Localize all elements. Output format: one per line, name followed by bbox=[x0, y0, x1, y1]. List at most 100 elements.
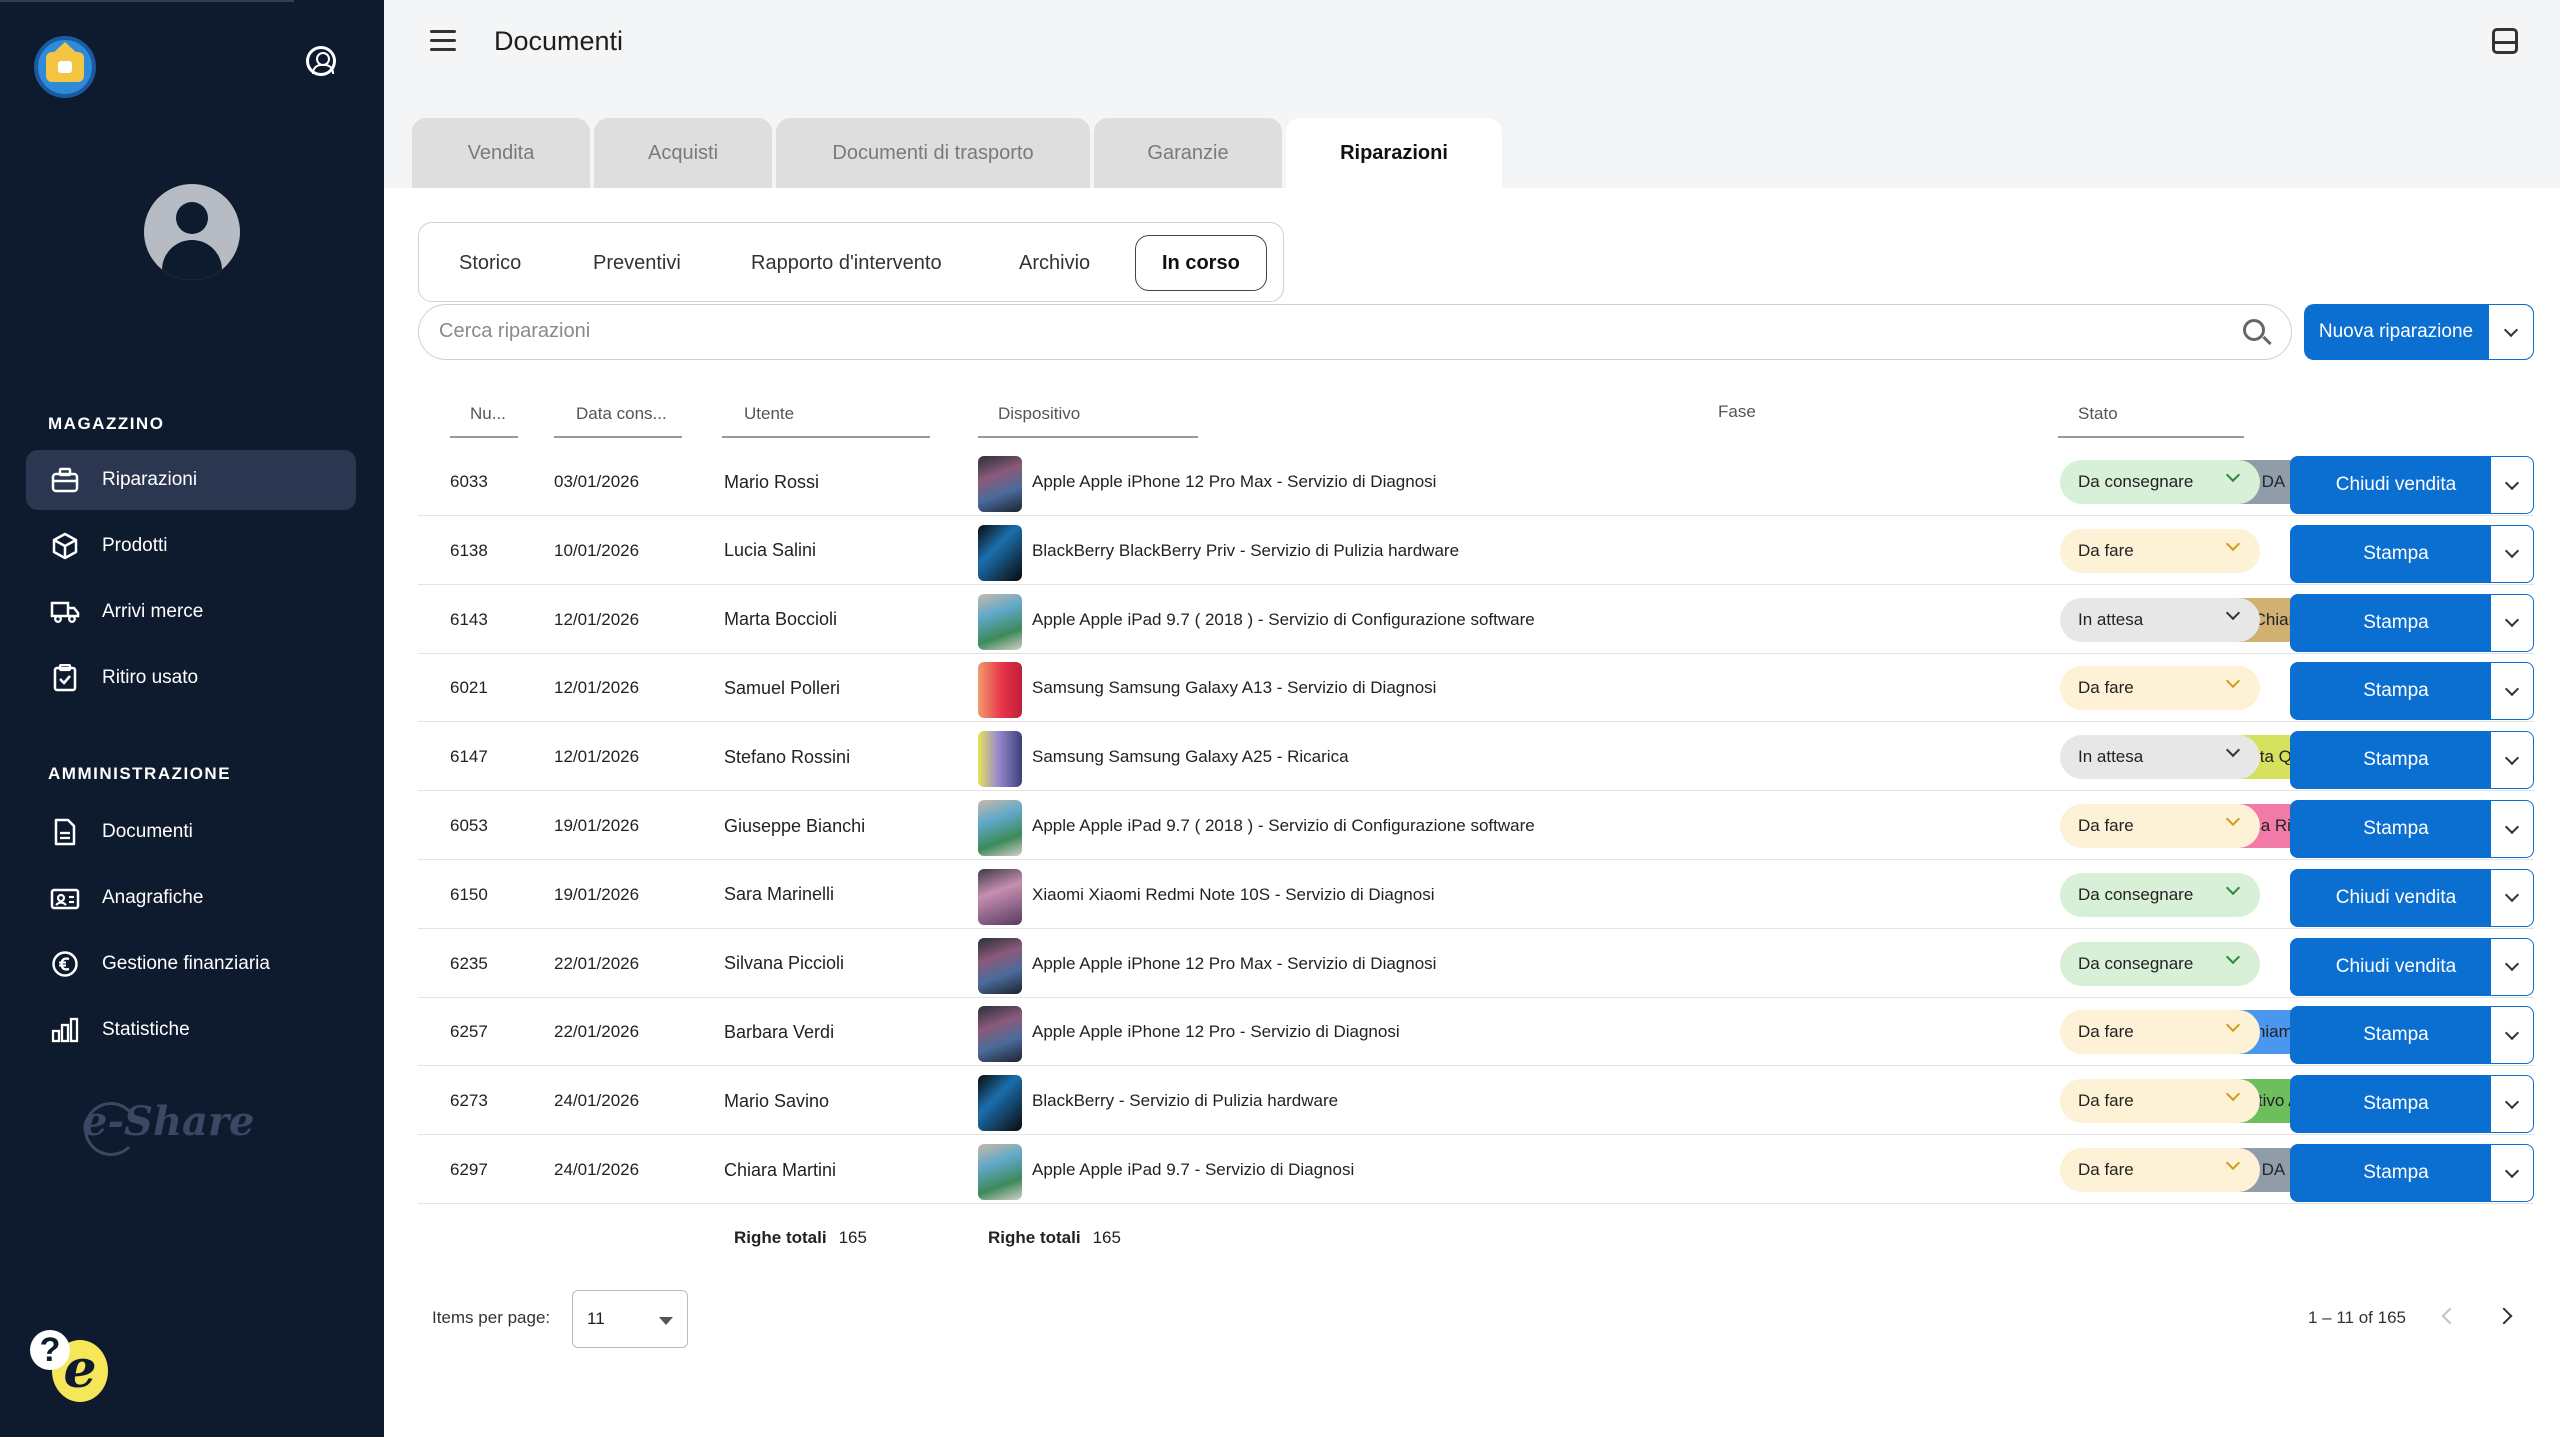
table-row[interactable]: 6033 03/01/2026 Mario Rossi Apple Apple iPh… bbox=[418, 448, 2534, 516]
subtab-preventivi[interactable]: Preventivi bbox=[593, 223, 681, 303]
row-action-dropdown[interactable] bbox=[2490, 1006, 2534, 1065]
stato-select[interactable]: Da fare bbox=[2060, 1079, 2260, 1124]
row-action-dropdown[interactable] bbox=[2490, 800, 2534, 858]
row-action-button[interactable]: Stampa bbox=[2290, 731, 2502, 790]
sidebar-item-prodotti[interactable]: Prodotti bbox=[26, 516, 356, 576]
row-action-button[interactable]: Stampa bbox=[2290, 524, 2502, 583]
account-icon[interactable] bbox=[306, 46, 336, 76]
table-row[interactable]: 6143 12/01/2026 Marta Boccioli Apple Apple … bbox=[418, 586, 2534, 654]
stato-select[interactable]: Da fare bbox=[2060, 804, 2260, 848]
items-per-page-select[interactable]: 11 bbox=[572, 1290, 688, 1348]
sidebar-item-documenti[interactable]: Documenti bbox=[26, 802, 356, 862]
row-action-dropdown[interactable] bbox=[2490, 524, 2534, 583]
row-number: 6053 bbox=[450, 816, 488, 835]
row-action-dropdown[interactable] bbox=[2490, 731, 2534, 790]
stato-select[interactable]: Da fare bbox=[2060, 1010, 2260, 1055]
row-action-dropdown[interactable] bbox=[2490, 937, 2534, 996]
inbox-icon[interactable] bbox=[2492, 28, 2518, 54]
row-action-dropdown[interactable] bbox=[2490, 1075, 2534, 1134]
tab-riparazioni[interactable]: Riparazioni bbox=[1286, 118, 1502, 188]
search-icon[interactable] bbox=[2243, 319, 2265, 341]
row-action-dropdown[interactable] bbox=[2490, 662, 2534, 721]
subtab-rapporto-intervento[interactable]: Rapporto d'intervento bbox=[751, 223, 942, 303]
sidebar-item-gestione-finanziaria[interactable]: Gestione finanziaria bbox=[26, 934, 356, 994]
row-device: Apple Apple iPad 9.7 - Servizio di Diagn… bbox=[1032, 1160, 1355, 1179]
stato-label: In attesa bbox=[2078, 747, 2144, 767]
row-action-button[interactable]: Stampa bbox=[2290, 800, 2502, 858]
table-row[interactable]: 6053 19/01/2026 Giuseppe Bianchi Apple Appl… bbox=[418, 792, 2534, 860]
column-header-utente[interactable]: Utente bbox=[744, 404, 794, 424]
row-action-button[interactable]: Chiudi vendita bbox=[2290, 868, 2502, 927]
sidebar-item-riparazioni[interactable]: Riparazioni bbox=[26, 450, 356, 510]
stato-select[interactable]: Da consegnare bbox=[2060, 872, 2260, 917]
tab-garanzie[interactable]: Garanzie bbox=[1094, 118, 1282, 188]
help-icon: ? bbox=[30, 1330, 70, 1370]
row-device: BlackBerry BlackBerry Priv - Servizio di… bbox=[1032, 540, 1460, 560]
row-action-dropdown[interactable] bbox=[2490, 456, 2534, 514]
row-action-button[interactable]: Stampa bbox=[2290, 1075, 2502, 1134]
stato-select[interactable]: Da fare bbox=[2060, 1148, 2260, 1192]
row-action-dropdown[interactable] bbox=[2490, 1144, 2534, 1202]
app-logo[interactable] bbox=[34, 36, 96, 98]
row-action-button[interactable]: Chiudi vendita bbox=[2290, 456, 2502, 514]
table-row[interactable]: 6273 24/01/2026 Mario Savino BlackBerry - S… bbox=[418, 1067, 2534, 1136]
sidebar-item-arrivi-merce[interactable]: Arrivi merce bbox=[26, 582, 356, 642]
new-repair-dropdown[interactable] bbox=[2488, 304, 2534, 360]
row-action-button[interactable]: Stampa bbox=[2290, 662, 2502, 721]
table-row[interactable]: 6150 19/01/2026 Sara Marinelli Xiaomi Xiaom… bbox=[418, 861, 2534, 929]
chevron-down-icon bbox=[2504, 681, 2520, 696]
sidebar-item-label: Gestione finanziaria bbox=[102, 953, 270, 974]
tab-vendita[interactable]: Vendita bbox=[412, 118, 590, 188]
hamburger-menu-icon[interactable] bbox=[430, 30, 456, 52]
row-action-dropdown[interactable] bbox=[2490, 593, 2534, 652]
stato-select[interactable]: In attesa bbox=[2060, 597, 2260, 642]
row-date: 22/01/2026 bbox=[554, 1022, 640, 1042]
new-repair-button[interactable]: Nuova riparazione bbox=[2304, 304, 2534, 360]
column-header-numero[interactable]: Nu... bbox=[470, 404, 506, 424]
table-row[interactable]: 6021 12/01/2026 Samuel Polleri Samsung Sams… bbox=[418, 654, 2534, 723]
table-row[interactable]: 6257 22/01/2026 Barbara Verdi Apple Apple i… bbox=[418, 998, 2534, 1067]
search-input[interactable] bbox=[439, 305, 2219, 358]
device-thumbnail bbox=[978, 937, 1022, 994]
column-underline bbox=[450, 436, 518, 438]
sidebar-item-statistiche[interactable]: Statistiche bbox=[26, 1000, 356, 1060]
row-date: 12/01/2026 bbox=[554, 678, 640, 698]
row-user: Marta Boccioli bbox=[724, 609, 838, 630]
row-user: Mario Savino bbox=[724, 1090, 830, 1111]
row-action-button[interactable]: Stampa bbox=[2290, 593, 2502, 652]
column-underline bbox=[554, 436, 682, 438]
row-action-button[interactable]: Stampa bbox=[2290, 1006, 2502, 1065]
stato-select[interactable]: In attesa bbox=[2060, 735, 2260, 780]
stato-select[interactable]: Da consegnare bbox=[2060, 941, 2260, 986]
items-per-page-label: Items per page: bbox=[432, 1308, 551, 1327]
column-header-data[interactable]: Data cons... bbox=[576, 404, 667, 424]
table-row[interactable]: 6297 24/01/2026 Chiara Martini Apple Apple … bbox=[418, 1136, 2534, 1204]
sidebar-item-ritiro-usato[interactable]: Ritiro usato bbox=[26, 648, 356, 708]
subtab-in-corso[interactable]: In corso bbox=[1135, 235, 1267, 291]
sidebar-item-anagrafiche[interactable]: Anagrafiche bbox=[26, 868, 356, 928]
chevron-down-icon bbox=[2504, 475, 2520, 490]
stato-select[interactable]: Da consegnare bbox=[2060, 460, 2260, 504]
subtab-bar: Storico Preventivi Rapporto d'intervento… bbox=[418, 222, 1284, 302]
row-action-button[interactable]: Chiudi vendita bbox=[2290, 937, 2502, 996]
stato-label: In attesa bbox=[2078, 609, 2144, 629]
row-action-button[interactable]: Stampa bbox=[2290, 1144, 2502, 1202]
tab-acquisti[interactable]: Acquisti bbox=[594, 118, 772, 188]
column-header-dispositivo[interactable]: Dispositivo bbox=[998, 404, 1080, 424]
stato-select[interactable]: Da fare bbox=[2060, 528, 2260, 573]
chevron-down-icon bbox=[2504, 544, 2520, 559]
help-button[interactable]: e ? bbox=[26, 1326, 110, 1410]
row-action-dropdown[interactable] bbox=[2490, 868, 2534, 927]
table-row[interactable]: 6138 10/01/2026 Lucia Salini BlackBerry Bla… bbox=[418, 517, 2534, 585]
tab-documenti-di-trasporto[interactable]: Documenti di trasporto bbox=[776, 118, 1090, 188]
row-number: 6147 bbox=[450, 747, 488, 767]
search-bar bbox=[418, 304, 2292, 360]
row-date: 19/01/2026 bbox=[554, 816, 640, 835]
subtab-archivio[interactable]: Archivio bbox=[1019, 223, 1090, 303]
subtab-storico[interactable]: Storico bbox=[459, 223, 521, 303]
table-row[interactable]: 6235 22/01/2026 Silvana Piccioli Apple Appl… bbox=[418, 930, 2534, 998]
column-header-stato[interactable]: Stato bbox=[2078, 404, 2118, 424]
table-row[interactable]: 6147 12/01/2026 Stefano Rossini Samsung Sam… bbox=[418, 723, 2534, 792]
totals-value: 165 bbox=[1092, 1228, 1121, 1247]
stato-select[interactable]: Da fare bbox=[2060, 666, 2260, 711]
